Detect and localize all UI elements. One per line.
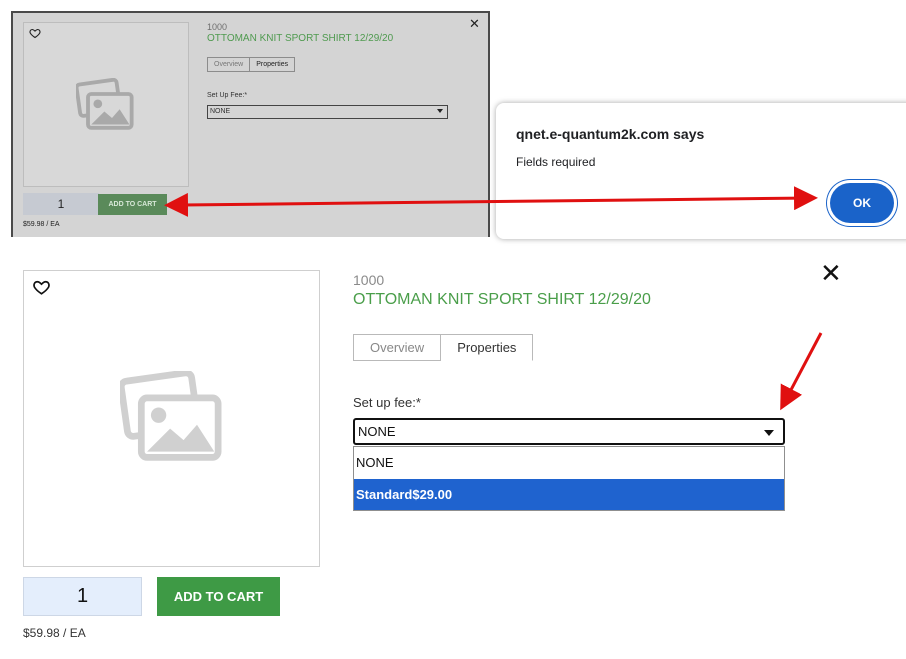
top-setup-fee-value: NONE xyxy=(210,108,231,115)
top-close-icon[interactable]: ✕ xyxy=(469,16,480,32)
setup-fee-select[interactable]: NONE xyxy=(353,418,785,445)
tab-properties[interactable]: Properties xyxy=(441,334,534,361)
top-tab-bar: Overview Properties xyxy=(207,57,296,72)
product-sku: 1000 xyxy=(353,272,385,288)
favorite-heart-icon[interactable] xyxy=(29,27,41,39)
quantity-input[interactable]: 1 xyxy=(23,577,142,616)
top-tab-overview[interactable]: Overview xyxy=(207,57,251,72)
dropdown-option-standard[interactable]: Standard$29.00 xyxy=(354,479,784,510)
top-product-image-frame xyxy=(23,22,189,187)
top-product-modal: 1000 OTTOMAN KNIT SPORT SHIRT 12/29/20 O… xyxy=(11,11,490,237)
product-name: OTTOMAN KNIT SPORT SHIRT 12/29/20 xyxy=(353,291,651,308)
top-setup-fee-select[interactable]: NONE xyxy=(207,105,448,119)
image-placeholder-icon xyxy=(76,78,134,130)
top-price-label: $59.98 / EA xyxy=(23,221,60,228)
add-to-cart-button[interactable]: ADD TO CART xyxy=(157,577,280,616)
tab-bar: Overview Properties xyxy=(353,334,534,361)
alert-title: qnet.e-quantum2k.com says xyxy=(516,126,705,142)
browser-alert-dialog: qnet.e-quantum2k.com says Fields require… xyxy=(496,103,906,239)
price-label: $59.98 / EA xyxy=(23,626,86,640)
top-add-to-cart-button[interactable]: ADD TO CART xyxy=(98,194,167,215)
alert-ok-button[interactable]: OK xyxy=(830,183,894,223)
chevron-down-icon xyxy=(764,430,774,436)
setup-fee-label: Set up fee:* xyxy=(353,395,421,410)
tab-overview[interactable]: Overview xyxy=(353,334,442,361)
favorite-heart-icon[interactable] xyxy=(32,278,51,296)
top-product-name: OTTOMAN KNIT SPORT SHIRT 12/29/20 xyxy=(207,33,394,44)
dropdown-option-none[interactable]: NONE xyxy=(354,447,784,479)
top-tab-properties[interactable]: Properties xyxy=(250,57,296,72)
alert-message: Fields required xyxy=(516,155,596,169)
top-quantity-input[interactable]: 1 xyxy=(23,193,99,215)
product-image-frame xyxy=(23,270,320,567)
setup-fee-dropdown-list: NONE Standard$29.00 xyxy=(353,446,785,511)
close-icon[interactable]: ✕ xyxy=(820,260,842,286)
top-setup-fee-label: Set Up Fee:* xyxy=(207,92,248,99)
setup-fee-value: NONE xyxy=(358,424,396,439)
chevron-down-icon xyxy=(437,109,443,113)
pointer-arrow-icon xyxy=(780,332,823,411)
image-placeholder-icon xyxy=(120,371,222,461)
top-product-sku: 1000 xyxy=(207,22,228,32)
